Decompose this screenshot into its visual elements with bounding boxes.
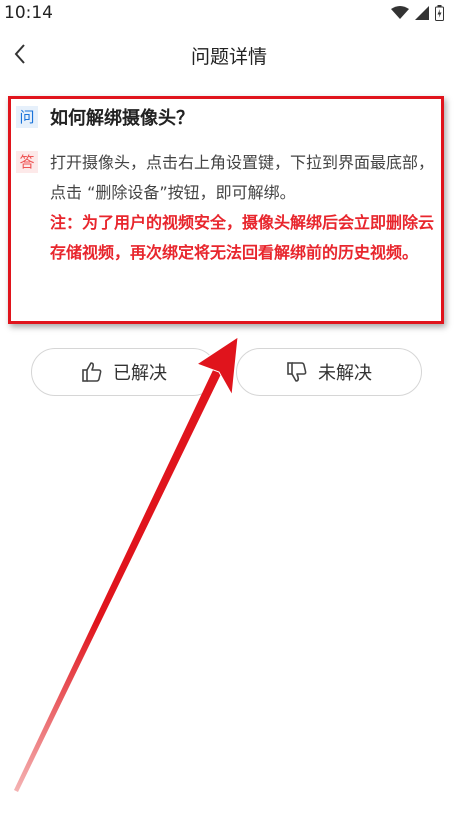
unresolved-label: 未解决 — [318, 363, 372, 384]
answer-body: 打开摄像头，点击右上角设置键，下拉到界面最底部，点击 “删除设备”按钮，即可解绑… — [50, 153, 435, 202]
unresolved-button[interactable]: 未解决 — [236, 348, 422, 396]
answer-text: 打开摄像头，点击右上角设置键，下拉到界面最底部，点击 “删除设备”按钮，即可解绑… — [50, 148, 434, 268]
nav-bar: 问题详情 — [0, 28, 458, 80]
question-text: 如何解绑摄像头？ — [50, 108, 194, 129]
status-bar: 10:14 — [0, 0, 458, 28]
arrow-shaft — [14, 368, 222, 792]
question-tag: 问 — [16, 106, 38, 128]
wifi-icon — [391, 6, 409, 19]
signal-icon — [415, 6, 429, 20]
status-time: 10:14 — [4, 3, 53, 23]
qa-card: 问 如何解绑摄像头？ 答 打开摄像头，点击右上角设置键，下拉到界面最底部，点击 … — [8, 96, 446, 326]
battery-charging-icon — [435, 5, 444, 21]
answer-tag: 答 — [16, 151, 38, 173]
thumbs-up-icon — [82, 362, 102, 382]
resolved-label: 已解决 — [113, 363, 167, 384]
resolved-button[interactable]: 已解决 — [31, 348, 217, 396]
page-title: 问题详情 — [190, 46, 267, 68]
status-icons — [391, 5, 444, 21]
thumbs-down-icon — [287, 362, 307, 382]
answer-note: 注：为了用户的视频安全，摄像头解绑后会立即删除云存储视频，再次绑定将无法回看解绑… — [50, 213, 435, 262]
